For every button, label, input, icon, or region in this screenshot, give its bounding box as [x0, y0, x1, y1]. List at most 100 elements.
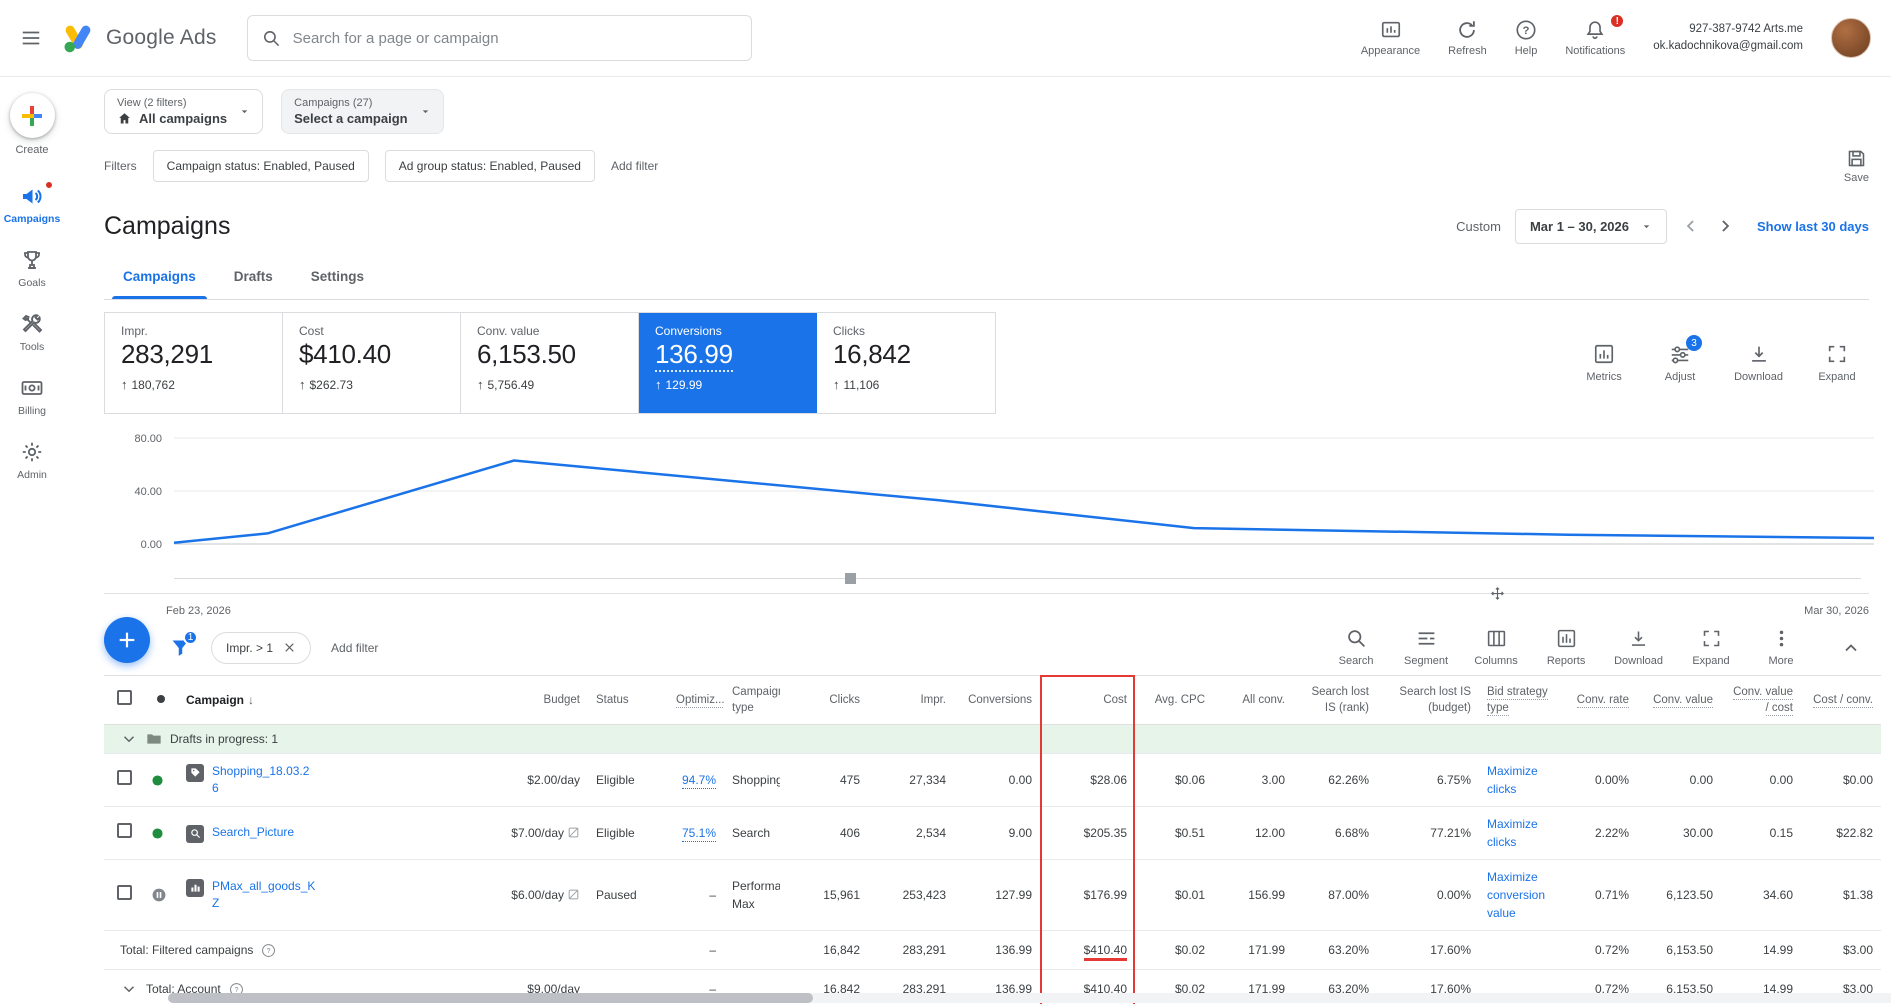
- scorecard-cost[interactable]: Cost $410.40 ↑ $262.73: [283, 313, 461, 413]
- column-header-campaign[interactable]: Campaign ↓: [178, 674, 458, 726]
- scorecard-impressions[interactable]: Impr. 283,291 ↑ 180,762: [105, 313, 283, 413]
- column-header-conv-value-per-cost[interactable]: Conv. value / cost: [1721, 674, 1801, 726]
- tab-settings[interactable]: Settings: [292, 254, 383, 299]
- campaign-status-filter-chip[interactable]: Campaign status: Enabled, Paused: [152, 150, 369, 182]
- main-menu-button[interactable]: [20, 27, 42, 49]
- scorecard-conversions[interactable]: Conversions 136.99 ↑ 129.99: [639, 313, 817, 413]
- campaign-status-dot[interactable]: [144, 806, 178, 861]
- campaign-name-link[interactable]: PMax_all_goods_KZ: [212, 878, 316, 913]
- search-input[interactable]: [292, 29, 737, 47]
- column-header-cost[interactable]: Cost: [1040, 674, 1135, 726]
- table-segment-button[interactable]: Segment: [1404, 628, 1448, 667]
- sidebar-item-campaigns[interactable]: Campaigns: [4, 180, 60, 225]
- bid-strategy-link[interactable]: Maximize clicks: [1487, 817, 1538, 849]
- campaign-status-dot[interactable]: [144, 753, 178, 808]
- scorecard-clicks[interactable]: Clicks 16,842 ↑ 11,106: [817, 313, 995, 413]
- column-header-status[interactable]: Status: [588, 674, 668, 726]
- column-header-avg-cpc[interactable]: Avg. CPC: [1135, 674, 1213, 726]
- expand-button[interactable]: Expand: [1815, 343, 1859, 383]
- bid-strategy-link[interactable]: Maximize clicks: [1487, 764, 1538, 796]
- global-search[interactable]: [246, 15, 752, 61]
- optimization-score-link[interactable]: 94.7%: [681, 773, 716, 790]
- sidebar-item-goals[interactable]: Goals: [18, 248, 46, 289]
- optimization-score-link[interactable]: 75.1%: [681, 826, 716, 843]
- bid-strategy-link[interactable]: Maximize conversion value: [1487, 870, 1545, 920]
- table-filter-button[interactable]: 1: [170, 630, 198, 658]
- help-button[interactable]: ? Help: [1515, 19, 1537, 57]
- account-info: 927-387-9742 Arts.me ok.kadochnikova@gma…: [1653, 21, 1803, 54]
- avatar[interactable]: [1831, 18, 1871, 58]
- column-header-conversions[interactable]: Conversions: [954, 674, 1040, 726]
- close-icon[interactable]: [283, 641, 296, 654]
- add-filter-link[interactable]: Add filter: [611, 159, 658, 173]
- refresh-button[interactable]: Refresh: [1448, 19, 1487, 57]
- adgroup-status-filter-chip[interactable]: Ad group status: Enabled, Paused: [384, 150, 595, 182]
- appearance-label: Appearance: [1360, 45, 1421, 57]
- column-header-clicks[interactable]: Clicks: [780, 674, 868, 726]
- table-add-filter-link[interactable]: Add filter: [331, 641, 378, 655]
- logo-text: Google Ads: [106, 26, 217, 49]
- download-button[interactable]: Download: [1734, 343, 1783, 383]
- collapse-table-button[interactable]: [1833, 630, 1869, 666]
- campaign-name-link[interactable]: Shopping_18.03.26: [212, 763, 316, 798]
- previous-period-button[interactable]: [1681, 216, 1701, 236]
- table-search-button[interactable]: Search: [1334, 628, 1378, 667]
- sidebar-item-admin[interactable]: Admin: [17, 440, 47, 481]
- tab-drafts[interactable]: Drafts: [215, 254, 292, 299]
- notifications-button[interactable]: ! Notifications: [1565, 13, 1626, 57]
- column-header-conv-value[interactable]: Conv. value: [1637, 674, 1721, 726]
- column-header-budget[interactable]: Budget: [458, 674, 588, 726]
- select-all-checkbox[interactable]: [116, 690, 132, 706]
- column-header-optimization[interactable]: Optimiz...: [668, 674, 724, 726]
- column-header-search-lost-is-budget[interactable]: Search lost IS (budget): [1377, 674, 1479, 726]
- scorecard-conv-value[interactable]: Conv. value 6,153.50 ↑ 5,756.49: [461, 313, 639, 413]
- tab-campaigns[interactable]: Campaigns: [104, 254, 215, 299]
- appearance-button[interactable]: Appearance: [1361, 19, 1420, 57]
- horizontal-scrollbar[interactable]: [168, 993, 1891, 1003]
- campaign-select-dropdown[interactable]: Campaigns (27) Select a campaign: [281, 89, 444, 134]
- column-header-cost-per-conv[interactable]: Cost / conv.: [1801, 674, 1881, 726]
- date-range-dropdown[interactable]: Mar 1 – 30, 2026: [1514, 208, 1667, 244]
- impressions-filter-chip[interactable]: Impr. > 1: [211, 631, 312, 664]
- table-reports-button[interactable]: Reports: [1544, 628, 1588, 667]
- row-checkbox[interactable]: [116, 823, 132, 839]
- metrics-button[interactable]: Metrics: [1582, 343, 1626, 383]
- adjust-button[interactable]: 3 Adjust: [1658, 335, 1703, 383]
- campaign-row[interactable]: Shopping_18.03.26 $2.00/day Eligible 94.7% S…: [104, 753, 1881, 808]
- scrollbar-thumb[interactable]: [168, 993, 813, 1003]
- chart-resize-handle[interactable]: [1490, 586, 1505, 601]
- admin-gear-icon: [22, 442, 42, 462]
- chart-start-date: Feb 23, 2026: [166, 605, 231, 617]
- show-last-30-days-link[interactable]: Show last 30 days: [1757, 219, 1869, 234]
- table-columns-button[interactable]: Columns: [1474, 628, 1518, 667]
- next-period-button[interactable]: [1715, 216, 1735, 236]
- column-header-bid-strategy[interactable]: Bid strategy type: [1479, 674, 1559, 726]
- campaign-status-dot[interactable]: [144, 859, 178, 932]
- table-expand-button[interactable]: Expand: [1689, 628, 1733, 667]
- sidebar-item-billing[interactable]: Billing: [18, 376, 46, 417]
- column-header-campaign-type[interactable]: Campaign type: [724, 674, 780, 726]
- add-campaign-fab[interactable]: [104, 616, 150, 663]
- collapse-group-icon[interactable]: [120, 730, 138, 748]
- save-label: Save: [1843, 172, 1869, 184]
- campaign-name-link[interactable]: Search_Picture: [212, 824, 294, 841]
- save-button[interactable]: Save: [1844, 148, 1869, 184]
- campaign-row[interactable]: PMax_all_goods_KZ $6.00/day Paused – Perform…: [104, 859, 1881, 932]
- column-header-all-conv[interactable]: All conv.: [1213, 674, 1293, 726]
- sidebar-item-tools[interactable]: Tools: [20, 312, 44, 353]
- row-checkbox[interactable]: [116, 885, 132, 901]
- create-button[interactable]: Create: [9, 93, 55, 156]
- table-more-button[interactable]: More: [1759, 628, 1803, 667]
- column-header-search-lost-is-rank[interactable]: Search lost IS (rank): [1293, 674, 1377, 726]
- google-ads-logo[interactable]: Google Ads: [60, 21, 217, 55]
- row-checkbox[interactable]: [116, 770, 132, 786]
- chart-pan-thumb[interactable]: [845, 573, 857, 584]
- expand-account-icon[interactable]: [120, 980, 138, 998]
- view-filter-dropdown[interactable]: View (2 filters) All campaigns: [104, 89, 264, 134]
- drafts-group-row[interactable]: Drafts in progress: 1: [104, 724, 1881, 755]
- help-icon[interactable]: ?: [261, 943, 276, 958]
- campaign-row[interactable]: Search_Picture $7.00/day Eligible 75.1% Sear…: [104, 806, 1881, 861]
- table-download-button[interactable]: Download: [1614, 628, 1663, 667]
- column-header-conv-rate[interactable]: Conv. rate: [1559, 674, 1637, 726]
- column-header-impressions[interactable]: Impr.: [868, 674, 954, 726]
